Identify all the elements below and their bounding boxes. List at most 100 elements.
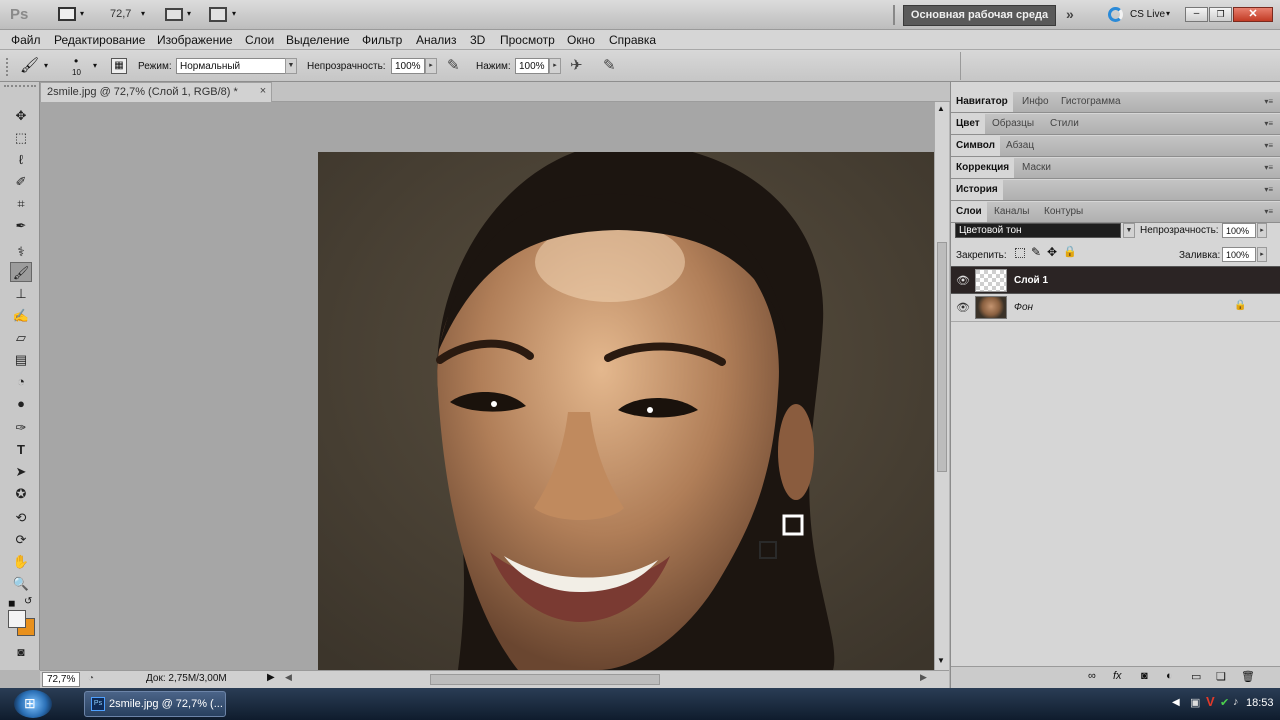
menu-select[interactable]: Выделение — [286, 33, 350, 47]
chevron-down-icon[interactable]: ▾ — [93, 61, 97, 70]
scroll-right-icon[interactable]: ▶ — [920, 672, 927, 683]
chevron-right-icon[interactable]: ▸ — [1257, 223, 1267, 238]
chevron-down-icon[interactable]: ▾ — [187, 9, 191, 18]
tab-info[interactable]: Инфо — [1017, 92, 1054, 112]
close-tab-icon[interactable]: × — [257, 84, 269, 98]
eraser-tool-icon[interactable]: ▱ — [10, 328, 32, 348]
grip-handle[interactable] — [4, 85, 36, 89]
brush-panel-icon[interactable]: ▦ — [111, 58, 127, 74]
lock-pixels-icon[interactable]: ✎ — [1031, 245, 1041, 259]
gradient-tool-icon[interactable]: ▤ — [10, 350, 32, 370]
new-layer-icon[interactable]: ❏ — [1216, 670, 1226, 683]
tray-network-icon[interactable]: ▣ — [1190, 696, 1200, 709]
horizontal-scroll-thumb[interactable] — [430, 674, 660, 685]
airbrush-icon[interactable]: ✈ — [570, 56, 583, 74]
menu-file[interactable]: Файл — [11, 33, 41, 47]
menu-analysis[interactable]: Анализ — [416, 33, 457, 47]
view-extras-icon[interactable] — [165, 8, 183, 21]
tab-color[interactable]: Цвет — [951, 114, 985, 134]
tab-paragraph[interactable]: Абзац — [1001, 136, 1039, 156]
quick-mask-icon[interactable]: ◙ — [10, 642, 32, 662]
lock-transparency-icon[interactable] — [1015, 248, 1025, 258]
tray-check-icon[interactable]: ✔ — [1220, 696, 1229, 709]
scroll-up-icon[interactable]: ▲ — [937, 104, 945, 113]
scroll-down-icon[interactable]: ▼ — [937, 656, 945, 665]
menu-help[interactable]: Справка — [609, 33, 656, 47]
scroll-thumb[interactable] — [937, 242, 947, 472]
tray-volume-icon[interactable]: ♪ — [1233, 696, 1239, 708]
panel-menu-icon[interactable]: ▾≡ — [1264, 119, 1273, 128]
chevron-down-icon[interactable]: ▾ — [1166, 9, 1170, 18]
panel-menu-icon[interactable]: ▾≡ — [1264, 163, 1273, 172]
menu-view[interactable]: Просмотр — [500, 33, 555, 47]
chevron-down-icon[interactable]: ▾ — [44, 61, 48, 70]
link-layers-icon[interactable]: ∞ — [1088, 670, 1096, 682]
lock-position-icon[interactable]: ✥ — [1047, 245, 1057, 259]
healing-brush-tool-icon[interactable]: ⚕ — [10, 242, 32, 262]
tab-character[interactable]: Символ — [951, 136, 1000, 156]
add-mask-icon[interactable]: ◙ — [1141, 670, 1148, 682]
close-button[interactable]: ✕ — [1233, 7, 1273, 22]
chevron-right-icon[interactable]: ▸ — [1257, 247, 1267, 262]
tab-styles[interactable]: Стили — [1045, 114, 1084, 134]
status-zoom-field[interactable]: 72,7% — [42, 672, 80, 687]
hand-tool-icon[interactable]: ✋ — [10, 552, 32, 572]
marquee-tool-icon[interactable]: ⬚ — [10, 128, 32, 148]
status-icon[interactable]: ◔ — [88, 673, 94, 684]
clone-stamp-tool-icon[interactable]: ⊥ — [10, 284, 32, 304]
layer-name[interactable]: Фон — [1014, 302, 1033, 313]
lock-all-icon[interactable]: 🔒 — [1063, 245, 1077, 258]
chevron-down-icon[interactable]: ▾ — [141, 9, 145, 18]
blur-tool-icon[interactable]: ◔ — [10, 372, 32, 392]
tab-adjustments[interactable]: Коррекция — [951, 158, 1015, 178]
opacity-field[interactable]: 100% — [391, 58, 425, 74]
tray-expand-icon[interactable]: ◀ — [1172, 697, 1180, 708]
layer-opacity-field[interactable]: 100% — [1222, 223, 1256, 238]
swap-colors-icon[interactable]: ↺ — [24, 596, 32, 607]
restore-button[interactable]: ❐ — [1209, 7, 1232, 22]
mode-select[interactable]: Нормальный — [176, 58, 286, 74]
status-menu-icon[interactable]: ▶ — [267, 672, 275, 683]
panel-menu-icon[interactable]: ▾≡ — [1264, 207, 1273, 216]
tab-channels[interactable]: Каналы — [989, 202, 1035, 222]
tab-masks[interactable]: Маски — [1017, 158, 1056, 178]
vertical-scrollbar[interactable]: ▲ ▼ — [934, 102, 949, 670]
menu-layer[interactable]: Слои — [245, 33, 274, 47]
scroll-left-icon[interactable]: ◀ — [285, 672, 292, 683]
tab-history[interactable]: История — [951, 180, 1003, 200]
menu-window[interactable]: Окно — [567, 33, 595, 47]
minimize-button[interactable]: – — [1185, 7, 1208, 22]
quick-select-tool-icon[interactable]: ✐ — [10, 172, 32, 192]
launch-bridge-icon[interactable] — [58, 7, 76, 21]
menu-3d[interactable]: 3D — [470, 33, 485, 47]
shape-tool-icon[interactable]: ✪ — [10, 484, 32, 504]
dodge-tool-icon[interactable]: ● — [10, 394, 32, 414]
layer-style-icon[interactable]: fx — [1113, 670, 1122, 682]
chevron-down-icon[interactable]: ▼ — [1123, 223, 1135, 238]
lasso-tool-icon[interactable]: ℓ — [10, 150, 32, 170]
tab-histogram[interactable]: Гистограмма — [1056, 92, 1126, 112]
panel-menu-icon[interactable]: ▾≡ — [1264, 141, 1273, 150]
menu-filter[interactable]: Фильтр — [362, 33, 402, 47]
cs-live-label[interactable]: CS Live — [1130, 9, 1165, 20]
visibility-eye-icon[interactable]: 👁 — [956, 274, 970, 287]
chevron-down-icon[interactable]: ▼ — [285, 58, 297, 74]
adjustment-layer-icon[interactable]: ◐ — [1166, 670, 1173, 682]
cs-live-icon[interactable] — [1108, 7, 1123, 22]
more-workspaces-icon[interactable]: » — [1066, 6, 1074, 22]
chevron-down-icon[interactable]: ▾ — [232, 9, 236, 18]
document-tab[interactable]: 2smile.jpg @ 72,7% (Слой 1, RGB/8) * × — [40, 82, 272, 102]
move-tool-icon[interactable]: ✥ — [10, 106, 32, 126]
trash-icon[interactable]: 🗑 — [1241, 670, 1255, 683]
flow-field[interactable]: 100% — [515, 58, 549, 74]
tray-antivirus-icon[interactable]: V — [1206, 694, 1215, 709]
pressure-size-icon[interactable]: ✎ — [603, 56, 616, 74]
layer-row[interactable]: 👁 Слой 1 — [951, 266, 1280, 294]
tab-swatches[interactable]: Образцы — [987, 114, 1039, 134]
brush-preset-icon[interactable]: 🖌 — [20, 56, 39, 74]
blend-mode-select[interactable]: Цветовой тон — [955, 223, 1121, 238]
chevron-right-icon[interactable]: ▸ — [549, 58, 561, 74]
chevron-right-icon[interactable]: ▸ — [425, 58, 437, 74]
fill-field[interactable]: 100% — [1222, 247, 1256, 262]
pressure-opacity-icon[interactable]: ✎ — [447, 56, 460, 74]
